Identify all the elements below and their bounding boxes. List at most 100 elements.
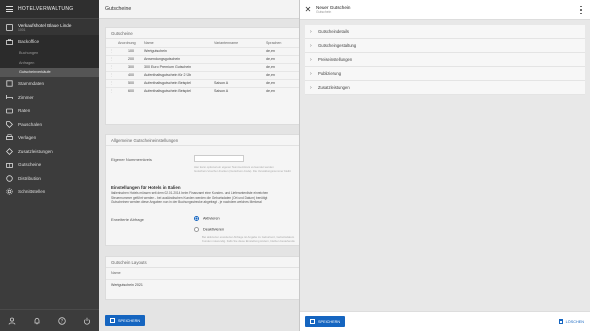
radio-deactivate[interactable]: Deaktivieren (194, 227, 224, 232)
row-order: 600 (114, 86, 140, 95)
sidebar-item-stammdaten[interactable]: Stammdaten (0, 77, 99, 91)
section-zusatzleistungen[interactable]: › Zusatzleistungen (305, 81, 585, 95)
sidebar-item-label: Schnittstellen (18, 189, 46, 195)
main-content: Gutscheine Gutscheine Anordnung Name Var… (99, 0, 299, 331)
italy-settings-title: Einstellungen für Hotels in Italien (111, 185, 181, 190)
more-options-icon[interactable] (578, 5, 584, 15)
app-title: HOTELVERWALTUNG (18, 6, 74, 12)
drag-handle-icon[interactable]: ⋮ (106, 46, 114, 55)
table-row[interactable]: ⋮ 100 Wertgutschein de,en (106, 46, 299, 55)
drag-handle-icon[interactable]: ⋮ (106, 86, 114, 95)
chevron-right-icon: › (310, 56, 312, 63)
row-variant (210, 46, 262, 55)
settings-card: Allgemeine Gutscheineinstellungen Eigene… (105, 134, 299, 246)
services-icon (6, 147, 13, 155)
sidebar-item-label: Zusatzleistungen (18, 148, 53, 154)
sidebar-item-zusatzleistungen[interactable]: Zusatzleistungen (0, 145, 99, 159)
sidebar-subitem-gutscheinverkaeufe[interactable]: Gutscheinverkäufe (0, 67, 99, 77)
extended-query-label: Erweiterte Abfrage (111, 217, 144, 222)
drag-handle-icon[interactable]: ⋮ (106, 62, 114, 71)
help-icon[interactable]: ? (58, 316, 66, 325)
sidebar-item-schnittstellen[interactable]: Schnittstellen (0, 185, 99, 199)
main-save-label: SPEICHERN (118, 318, 141, 323)
panel-save-label: SPEICHERN (318, 319, 341, 324)
section-label: Preiseinstellungen (318, 57, 353, 62)
section-gutscheindetails[interactable]: › Gutscheindetails (305, 25, 585, 39)
drag-handle-icon[interactable]: ⋮ (106, 78, 114, 87)
panel-subtitle: Gutschein (316, 10, 332, 15)
row-order: 300 (114, 62, 140, 71)
section-preiseinstellungen[interactable]: › Preiseinstellungen (305, 53, 585, 67)
hotel-selector[interactable]: Verkaufshotel Blaue Linde 1001 (0, 19, 99, 35)
sidebar-item-label: Stammdaten (18, 81, 45, 87)
option-hint-2: Kunden notwendig. Falls Sie diese Einste… (202, 239, 295, 243)
sidebar-item-label: Pauschalen (18, 121, 43, 127)
radio-unselected-icon (194, 227, 199, 232)
column-header-order: Anordnung (118, 40, 136, 45)
row-languages: de,en (262, 70, 299, 79)
panel-footer: SPEICHERN LÖSCHEN (300, 311, 590, 331)
sidebar-item-label: Gutscheine (18, 162, 42, 168)
bell-icon[interactable] (33, 317, 41, 325)
layouts-column-header: Name (111, 271, 121, 275)
sidebar-item-pauschalen[interactable]: Pauschalen (0, 118, 99, 132)
radio-selected-icon (194, 216, 199, 221)
drag-handle-icon[interactable]: ⋮ (106, 70, 114, 79)
new-voucher-panel: ✕ Neuer Gutschein Gutschein › Gutscheinde… (300, 0, 590, 331)
section-label: Zusatzleistungen (318, 85, 350, 90)
chevron-right-icon: › (310, 84, 312, 91)
panel-save-button[interactable]: SPEICHERN (305, 316, 346, 327)
sidebar-subitem-anfragen[interactable]: Anfragen (0, 58, 99, 68)
sidebar-header: HOTELVERWALTUNG (0, 0, 99, 19)
own-number-label: Eigener Nummernkreis (111, 157, 152, 162)
row-languages: de,en (262, 46, 299, 55)
chevron-right-icon: › (310, 28, 312, 35)
sidebar-item-distribution[interactable]: Distribution (0, 172, 99, 186)
row-order: 200 (114, 54, 140, 63)
database-icon (6, 80, 13, 87)
sidebar-item-zimmer[interactable]: Zimmer (0, 91, 99, 105)
row-name: Aufenthaltsgutschein Beispiel (140, 78, 210, 87)
save-icon (110, 318, 115, 323)
save-icon (310, 319, 315, 324)
table-row[interactable]: ⋮ 500 Aufenthaltsgutschein Beispiel Saison … (106, 78, 299, 87)
row-name: 300 Euro Premium Gutschein (140, 62, 210, 71)
power-icon[interactable] (83, 317, 91, 325)
sidebar-item-label: Distribution (18, 175, 41, 181)
sidebar: HOTELVERWALTUNG Verkaufshotel Blaue Lind… (0, 0, 99, 331)
section-publizierung[interactable]: › Publizierung (305, 67, 585, 81)
sidebar-subitem-buchungen[interactable]: Buchungen (0, 49, 99, 59)
backoffice-section: Backoffice Buchungen Anfragen Gutscheinv… (0, 35, 99, 77)
panel-accordion: › Gutscheindetails › Gutscheingestaltung ›… (305, 25, 585, 95)
radio-deactivate-label: Deaktivieren (203, 227, 225, 232)
own-number-input[interactable] (194, 155, 244, 162)
hotel-name: Verkaufshotel Blaue Linde (18, 22, 72, 28)
menu-icon[interactable] (6, 6, 13, 12)
radio-activate[interactable]: Aktivieren (194, 216, 220, 221)
gift-icon (6, 161, 13, 169)
drag-column-header (106, 39, 114, 47)
row-variant (210, 70, 262, 79)
delete-button[interactable]: LÖSCHEN (558, 316, 584, 327)
hotel-id: 1001 (18, 27, 26, 32)
table-row[interactable]: ⋮ 200 Anwendungsgutschein de,en (106, 54, 299, 63)
column-header-languages: Sprachen (266, 40, 282, 45)
sidebar-item-raten[interactable]: Raten (0, 104, 99, 118)
close-icon[interactable]: ✕ (300, 0, 316, 20)
section-gutscheingestaltung[interactable]: › Gutscheingestaltung (305, 39, 585, 53)
table-row[interactable]: ⋮ 400 Aufenthaltsgutschein für 2 Üb de,en (106, 70, 299, 79)
row-name: Aufenthaltsgutschein Beispiel (140, 86, 210, 95)
table-row[interactable]: ⋮ 300 300 Euro Premium Gutschein de,en (106, 62, 299, 71)
table-header-row: Anordnung Name Variantenname Sprachen (106, 39, 299, 47)
sidebar-item-verlagen[interactable]: Verlagen (0, 131, 99, 145)
voucher-list-title: Gutscheine (106, 28, 299, 39)
drag-handle-icon[interactable]: ⋮ (106, 54, 114, 63)
sidebar-item-gutscheine[interactable]: Gutscheine (0, 158, 99, 172)
main-save-button[interactable]: SPEICHERN (105, 315, 146, 326)
table-row[interactable]: ⋮ 600 Aufenthaltsgutschein Beispiel Saison … (106, 86, 299, 95)
voucher-list-card: Gutscheine Anordnung Name Variantenname … (105, 27, 299, 125)
user-icon[interactable] (8, 317, 16, 325)
panel-header: ✕ Neuer Gutschein Gutschein (300, 0, 590, 20)
sidebar-item-backoffice[interactable]: Backoffice (0, 35, 99, 49)
layouts-row[interactable]: Wertgutschein 2021 (106, 279, 299, 289)
